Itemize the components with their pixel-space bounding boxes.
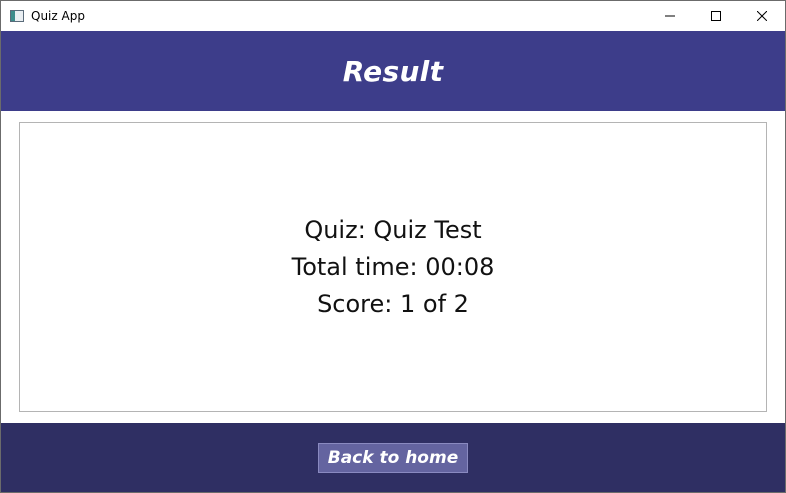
result-header: Result	[1, 31, 785, 111]
back-to-home-button[interactable]: Back to home	[318, 442, 468, 473]
window-controls	[647, 1, 785, 31]
window-title: Quiz App	[31, 9, 85, 23]
minimize-button[interactable]	[647, 1, 693, 31]
app-icon	[10, 10, 24, 22]
maximize-button[interactable]	[693, 1, 739, 31]
maximize-icon	[711, 11, 721, 21]
total-time-text: Total time: 00:08	[291, 252, 495, 281]
footer-bar: Back to home	[1, 423, 785, 492]
minimize-icon	[665, 15, 675, 17]
quiz-name-text: Quiz: Quiz Test	[304, 215, 482, 244]
app-window: Quiz App Result Quiz: Quiz Test Total ti…	[0, 0, 786, 493]
close-button[interactable]	[739, 1, 785, 31]
score-text: Score: 1 of 2	[317, 289, 469, 318]
title-bar[interactable]: Quiz App	[1, 1, 785, 31]
page-title: Result	[342, 54, 444, 88]
result-panel: Quiz: Quiz Test Total time: 00:08 Score:…	[19, 122, 767, 412]
close-icon	[757, 11, 767, 21]
